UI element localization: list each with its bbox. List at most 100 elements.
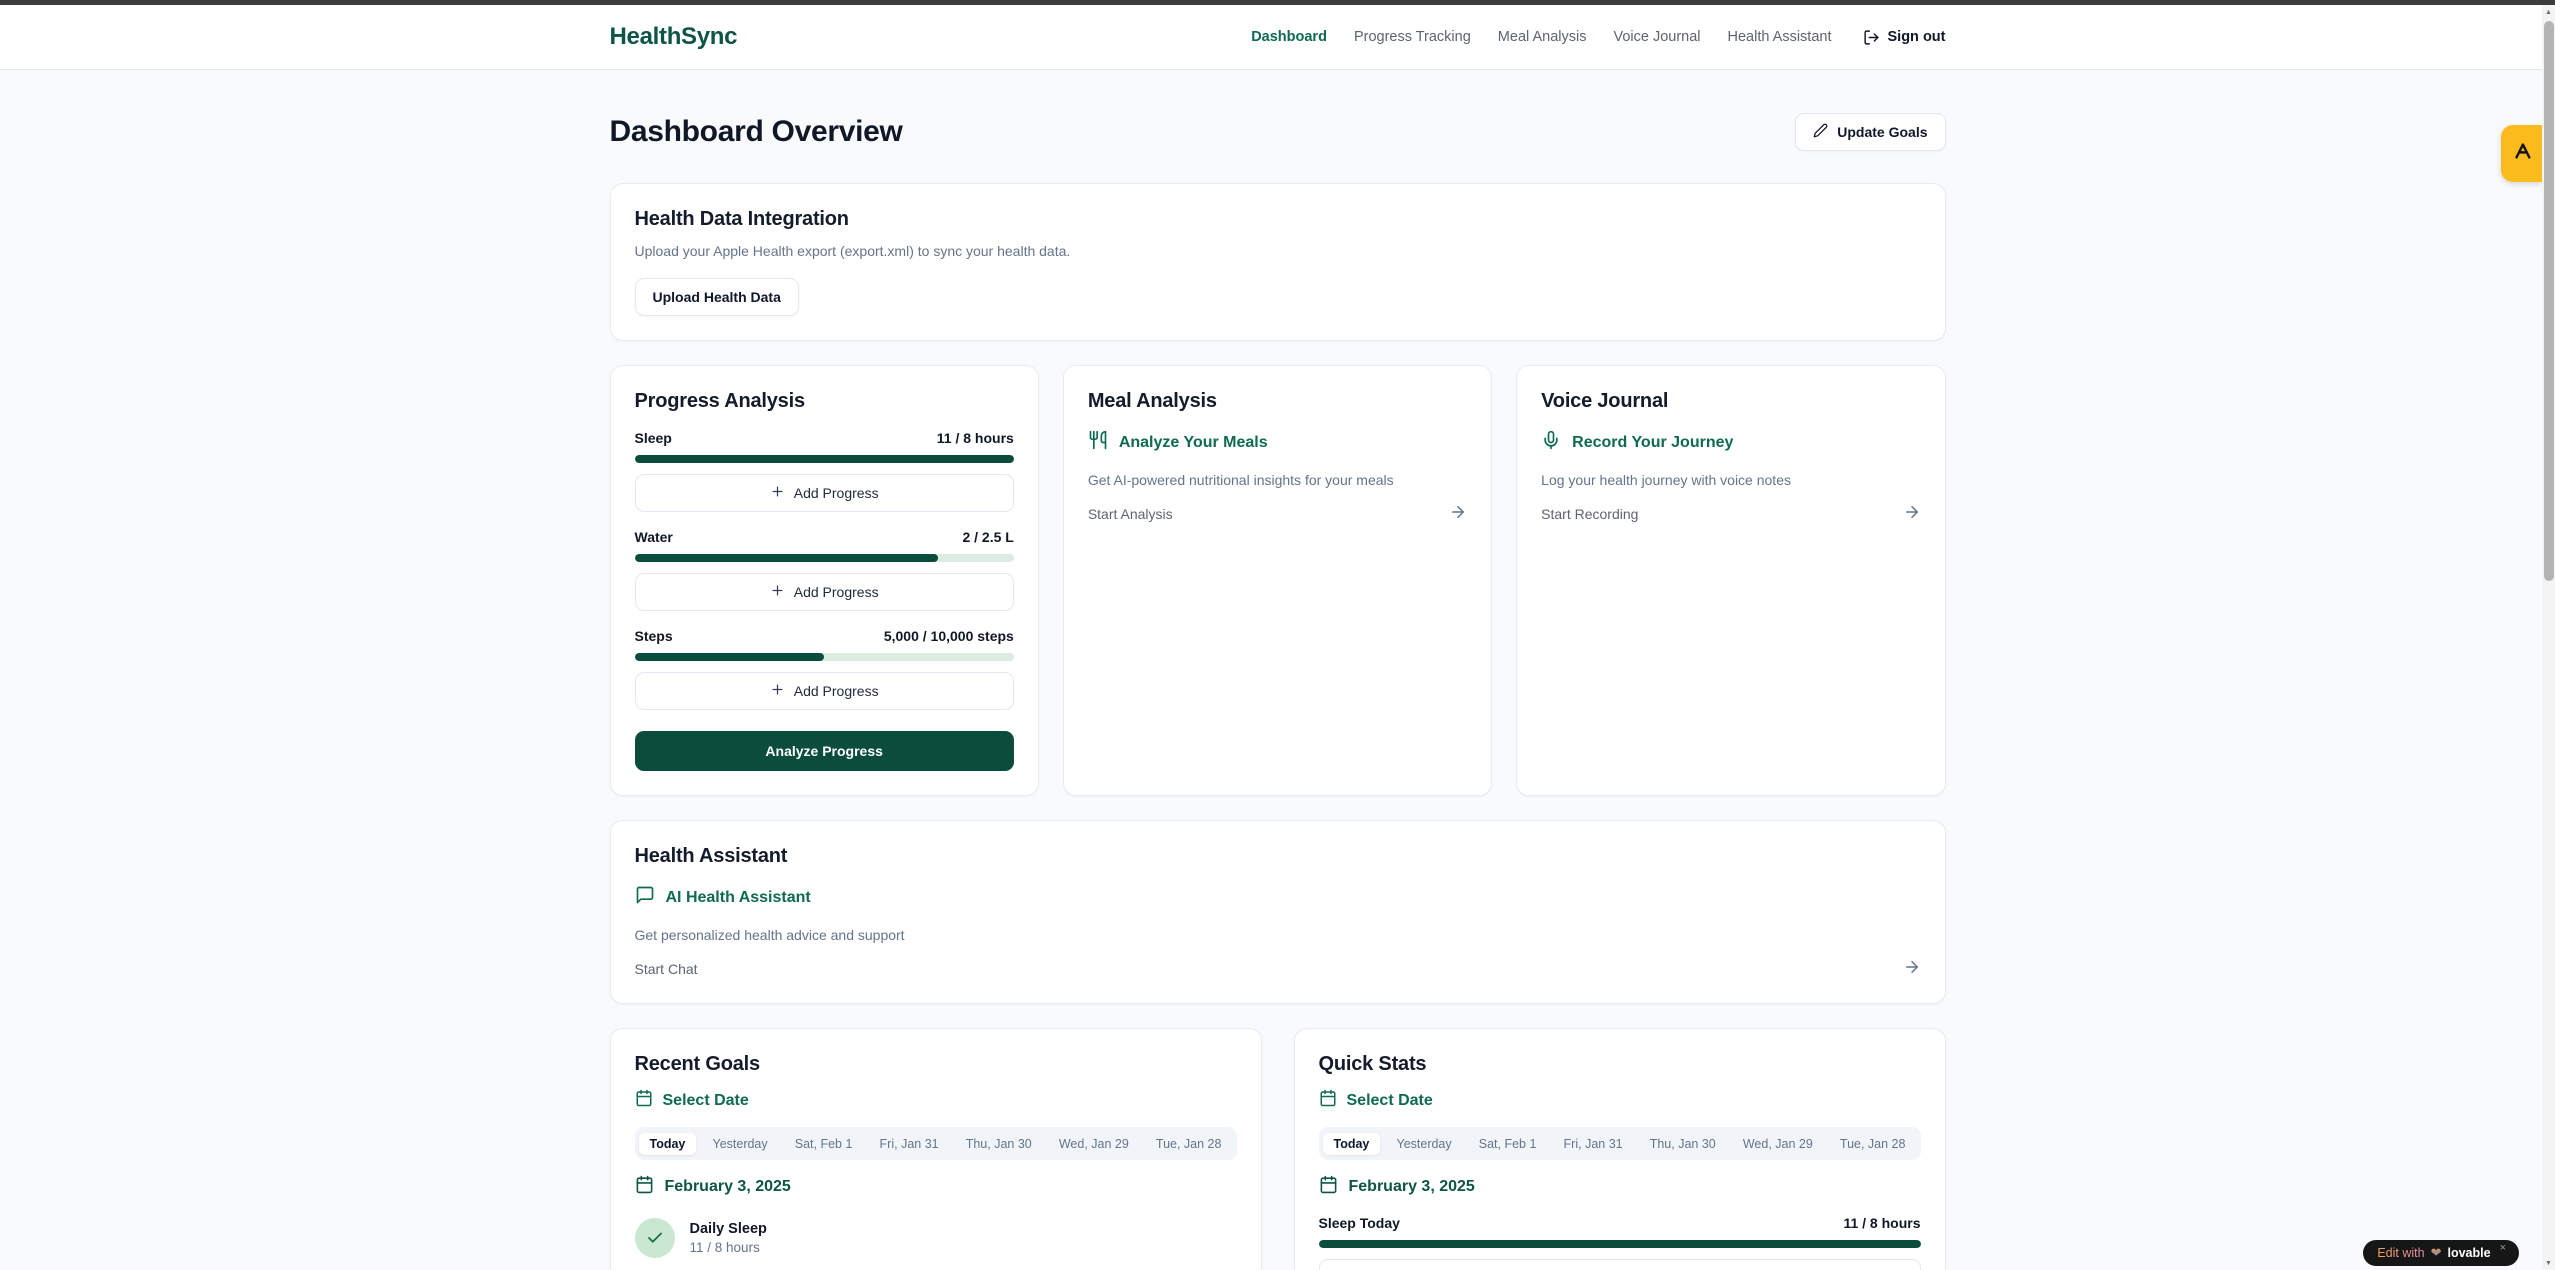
arrow-right-icon (1449, 503, 1467, 524)
date-tab-yesterday[interactable]: Yesterday (1386, 1133, 1463, 1155)
date-tab-sat-feb-1[interactable]: Sat, Feb 1 (784, 1133, 864, 1155)
date-tab-wed-jan-29[interactable]: Wed, Jan 29 (1732, 1133, 1824, 1155)
quick-stats-card: Quick Stats Select Date TodayYesterdaySa… (1294, 1028, 1946, 1270)
date-tab-yesterday[interactable]: Yesterday (702, 1133, 779, 1155)
plus-icon (770, 484, 785, 502)
stat-label: Sleep Today (1319, 1215, 1400, 1231)
nav-links: Dashboard Progress Tracking Meal Analysi… (1251, 29, 1945, 46)
water-progress-bar (635, 554, 1014, 562)
goal-item-daily-sleep: Daily Sleep 11 / 8 hours (635, 1218, 1237, 1258)
ai-health-assistant-link[interactable]: AI Health Assistant (635, 885, 1921, 910)
chat-bubble-icon (635, 885, 655, 910)
scrollbar-thumb[interactable] (2544, 21, 2554, 581)
scroll-up-arrow[interactable]: ▲ (2542, 5, 2555, 19)
date-tab-fri-jan-31[interactable]: Fri, Jan 31 (1553, 1133, 1634, 1155)
calendar-icon (1319, 1089, 1337, 1112)
recent-goals-selected-date: February 3, 2025 (635, 1175, 1237, 1199)
top-nav: HealthSync Dashboard Progress Tracking M… (0, 5, 2555, 70)
date-tab-today[interactable]: Today (639, 1133, 697, 1155)
steps-progress-bar (635, 653, 1014, 661)
scroll-down-arrow[interactable]: ▼ (2542, 1256, 2555, 1270)
voice-journal-title: Voice Journal (1541, 390, 1920, 413)
health-assistant-card: Health Assistant AI Health Assistant Get… (610, 820, 1946, 1004)
quick-stats-add-progress-button[interactable]: Add Progress (1319, 1259, 1921, 1270)
quick-stats-title: Quick Stats (1319, 1053, 1921, 1076)
recent-goals-title: Recent Goals (635, 1053, 1237, 1076)
health-data-integration-card: Health Data Integration Upload your Appl… (610, 183, 1946, 341)
upload-health-data-button[interactable]: Upload Health Data (635, 278, 799, 316)
meal-analysis-card: Meal Analysis Analyze Your Meals Get AI-… (1063, 365, 1492, 796)
voice-journal-card: Voice Journal Record Your Journey Log yo… (1516, 365, 1945, 796)
date-tab-thu-jan-30[interactable]: Thu, Jan 30 (1639, 1133, 1727, 1155)
metric-label: Steps (635, 628, 673, 644)
metric-label: Sleep (635, 430, 672, 446)
start-analysis-row[interactable]: Start Analysis (1088, 503, 1467, 524)
metric-value: 2 / 2.5 L (962, 529, 1013, 545)
heart-icon: ❤ (2431, 1245, 2442, 1261)
date-tab-fri-jan-31[interactable]: Fri, Jan 31 (869, 1133, 950, 1155)
plus-icon (770, 583, 785, 601)
health-assistant-description: Get personalized health advice and suppo… (635, 927, 1921, 943)
date-tab-sat-feb-1[interactable]: Sat, Feb 1 (1468, 1133, 1548, 1155)
metric-label: Water (635, 529, 673, 545)
meal-analysis-title: Meal Analysis (1088, 390, 1467, 413)
date-tab-tue-jan-28[interactable]: Tue, Jan 28 (1145, 1133, 1233, 1155)
main-content: Dashboard Overview Update Goals Health D… (610, 70, 1946, 1270)
integration-title: Health Data Integration (635, 208, 1921, 231)
analyze-your-meals-link[interactable]: Analyze Your Meals (1088, 430, 1467, 455)
recent-goals-select-date[interactable]: Select Date (635, 1089, 1237, 1112)
brand-logo[interactable]: HealthSync (610, 23, 738, 51)
sign-out-button[interactable]: Sign out (1863, 29, 1946, 46)
update-goals-button[interactable]: Update Goals (1795, 113, 1945, 151)
quick-stats-date-tabs: TodayYesterdaySat, Feb 1Fri, Jan 31Thu, … (1319, 1127, 1921, 1160)
arrow-right-icon (1903, 958, 1921, 979)
lovable-logo-icon (2511, 140, 2533, 167)
calendar-icon (1319, 1175, 1338, 1199)
sign-out-label: Sign out (1888, 29, 1946, 45)
utensils-icon (1088, 430, 1108, 455)
voice-journal-description: Log your health journey with voice notes (1541, 472, 1920, 488)
check-circle-icon (635, 1218, 675, 1258)
quick-stats-selected-date: February 3, 2025 (1319, 1175, 1921, 1199)
edit-with-lovable-badge[interactable]: Edit with ❤ lovable × (2363, 1240, 2519, 1266)
nav-item-meal-analysis[interactable]: Meal Analysis (1498, 29, 1587, 45)
sleep-today-progress-bar (1319, 1240, 1921, 1248)
date-tab-tue-jan-28[interactable]: Tue, Jan 28 (1829, 1133, 1917, 1155)
quick-stats-select-date[interactable]: Select Date (1319, 1089, 1921, 1112)
badge-close-icon[interactable]: × (2500, 1242, 2506, 1254)
lovable-side-toggle[interactable] (2501, 125, 2542, 182)
progress-analysis-card: Progress Analysis Sleep 11 / 8 hours Add… (610, 365, 1039, 796)
metric-sleep: Sleep 11 / 8 hours Add Progress (635, 430, 1014, 512)
date-tab-wed-jan-29[interactable]: Wed, Jan 29 (1048, 1133, 1140, 1155)
add-progress-water-button[interactable]: Add Progress (635, 573, 1014, 611)
nav-item-health-assistant[interactable]: Health Assistant (1728, 29, 1832, 45)
start-recording-row[interactable]: Start Recording (1541, 503, 1920, 524)
start-chat-row[interactable]: Start Chat (635, 958, 1921, 979)
calendar-icon (635, 1175, 654, 1199)
analyze-progress-button[interactable]: Analyze Progress (635, 731, 1014, 771)
date-tab-today[interactable]: Today (1323, 1133, 1381, 1155)
pencil-icon (1813, 123, 1828, 141)
metric-value: 5,000 / 10,000 steps (884, 628, 1014, 644)
meal-analysis-description: Get AI-powered nutritional insights for … (1088, 472, 1467, 488)
nav-item-voice-journal[interactable]: Voice Journal (1613, 29, 1700, 45)
plus-icon (770, 682, 785, 700)
sleep-progress-bar (635, 455, 1014, 463)
nav-item-dashboard[interactable]: Dashboard (1251, 29, 1327, 45)
goal-value: 11 / 8 hours (690, 1240, 767, 1255)
microphone-icon (1541, 430, 1561, 455)
date-tab-thu-jan-30[interactable]: Thu, Jan 30 (955, 1133, 1043, 1155)
sleep-today-row: Sleep Today 11 / 8 hours (1319, 1215, 1921, 1231)
nav-item-progress-tracking[interactable]: Progress Tracking (1354, 29, 1471, 45)
record-your-journey-link[interactable]: Record Your Journey (1541, 430, 1920, 455)
metric-water: Water 2 / 2.5 L Add Progress (635, 529, 1014, 611)
add-progress-sleep-button[interactable]: Add Progress (635, 474, 1014, 512)
add-progress-steps-button[interactable]: Add Progress (635, 672, 1014, 710)
vertical-scrollbar[interactable]: ▲ ▼ (2542, 5, 2555, 1270)
recent-goals-date-tabs: TodayYesterdaySat, Feb 1Fri, Jan 31Thu, … (635, 1127, 1237, 1160)
page-title: Dashboard Overview (610, 115, 903, 149)
progress-analysis-title: Progress Analysis (635, 390, 1014, 413)
metric-steps: Steps 5,000 / 10,000 steps Add Progress (635, 628, 1014, 710)
metric-value: 11 / 8 hours (937, 430, 1014, 446)
recent-goals-card: Recent Goals Select Date TodayYesterdayS… (610, 1028, 1262, 1270)
